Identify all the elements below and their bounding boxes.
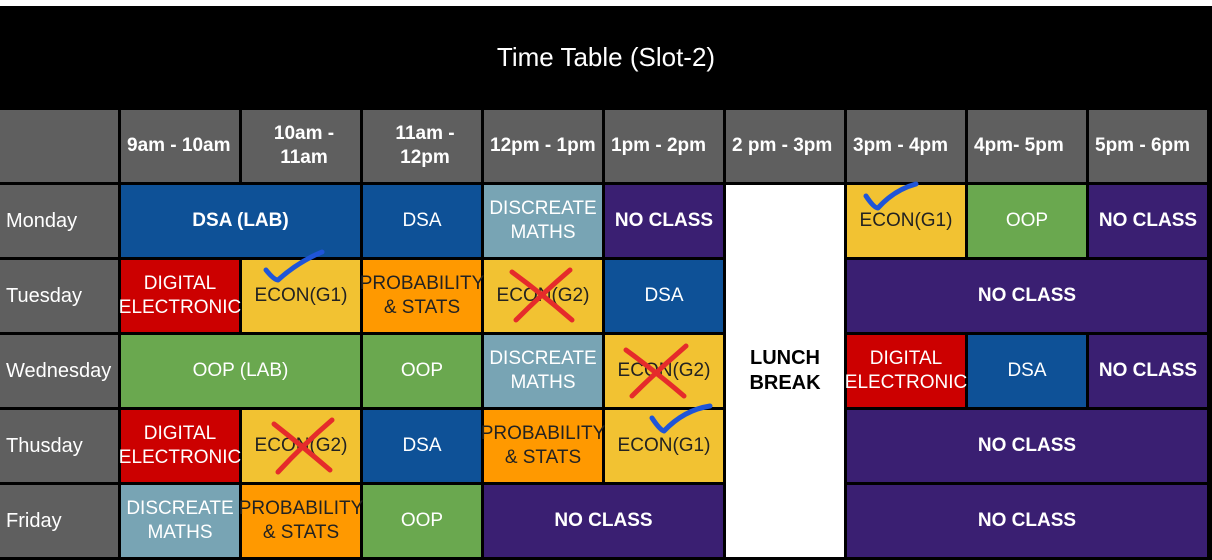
cross-mark-icon — [623, 343, 689, 399]
class-cell: DSA — [605, 260, 723, 332]
lunch-break-cell: LUNCH BREAK — [726, 185, 844, 557]
class-cell: NO CLASS — [847, 410, 1207, 482]
class-cell: DISCREATE MATHS — [484, 185, 602, 257]
day-label-thusday: Thusday — [0, 410, 118, 482]
class-cell: DSA — [363, 410, 481, 482]
class-cell: PROBABILITY & STATS — [481, 410, 605, 482]
class-cell: DSA — [363, 185, 481, 257]
class-cell: PROBABILITY & STATS — [239, 485, 363, 557]
day-label-wednesday: Wednesday — [0, 335, 118, 407]
cross-mark-icon — [271, 417, 335, 475]
cross-mark-icon — [509, 267, 575, 323]
time-slot-header: 1pm - 2pm — [605, 110, 723, 182]
class-cell: NO CLASS — [1089, 185, 1207, 257]
class-cell: NO CLASS — [1089, 335, 1207, 407]
day-label-tuesday: Tuesday — [0, 260, 118, 332]
time-slot-header: 2 pm - 3pm — [726, 110, 844, 182]
checkmark-icon — [649, 403, 713, 434]
class-cell: NO CLASS — [847, 260, 1207, 332]
class-cell: NO CLASS — [847, 485, 1207, 557]
class-cell: OOP — [968, 185, 1086, 257]
class-cell: DIGITAL ELECTRONIC — [119, 410, 241, 482]
class-cell: DIGITAL ELECTRONIC — [119, 260, 241, 332]
class-cell: PROBABILITY & STATS — [360, 260, 484, 332]
class-cell: OOP — [363, 485, 481, 557]
checkmark-icon — [263, 249, 325, 283]
class-cell: OOP — [363, 335, 481, 407]
class-cell: DSA — [968, 335, 1086, 407]
class-cell: DIGITAL ELECTRONIC — [845, 335, 967, 407]
time-slot-header: 9am - 10am — [121, 110, 239, 182]
corner-cell — [0, 110, 118, 182]
page-title: Time Table (Slot-2) — [496, 41, 716, 72]
day-label-friday: Friday — [0, 485, 118, 557]
checkmark-icon — [863, 181, 919, 211]
time-slot-header: 12pm - 1pm — [484, 110, 602, 182]
class-cell: NO CLASS — [484, 485, 723, 557]
time-slot-header: 3pm - 4pm — [847, 110, 965, 182]
time-slot-header: 5pm - 6pm — [1089, 110, 1207, 182]
day-label-monday: Monday — [0, 185, 118, 257]
time-slot-header: 10am - 11am — [242, 110, 360, 182]
timetable-page: { "title": "Time Table (Slot-2)", "color… — [0, 0, 1212, 560]
class-cell: DISCREATE MATHS — [484, 335, 602, 407]
time-slot-header: 4pm- 5pm — [968, 110, 1086, 182]
class-cell: DISCREATE MATHS — [121, 485, 239, 557]
class-cell: NO CLASS — [605, 185, 723, 257]
class-cell: OOP (LAB) — [121, 335, 360, 407]
time-slot-header: 11am - 12pm — [363, 110, 481, 182]
